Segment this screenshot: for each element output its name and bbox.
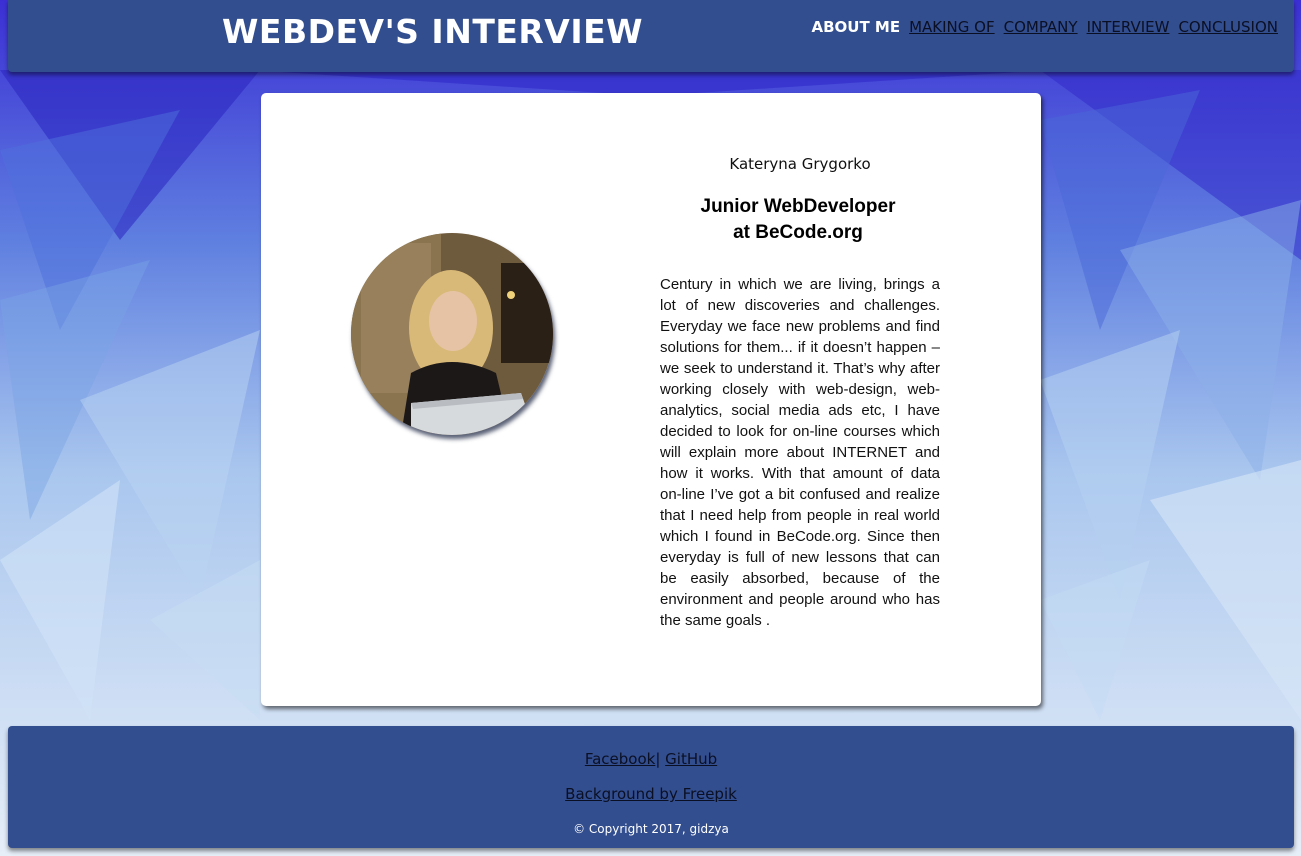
nav-item-making-of[interactable]: MAKING OF (909, 18, 995, 36)
copyright-text: © Copyright 2017, gidzya (573, 822, 729, 836)
site-footer: Facebook| GitHub Background by Freepik ©… (8, 726, 1294, 848)
nav-item-about-me[interactable]: ABOUT ME (811, 18, 900, 36)
profile-photo (351, 233, 553, 435)
facebook-link[interactable]: Facebook (585, 750, 655, 768)
profile-role: Junior WebDeveloper at BeCode.org (660, 194, 936, 246)
role-line-2: at BeCode.org (733, 222, 863, 243)
profile-name: Kateryna Grygorko (729, 155, 871, 173)
site-header: WEBDEV'S INTERVIEW ABOUT ME MAKING OF CO… (8, 0, 1294, 72)
nav-item-conclusion[interactable]: CONCLUSION (1178, 18, 1278, 36)
social-links: Facebook| GitHub (8, 750, 1294, 768)
nav-item-company[interactable]: COMPANY (1004, 18, 1078, 36)
profile-bio: Century in which we are living, brings a… (660, 276, 940, 629)
main-nav: ABOUT ME MAKING OF COMPANY INTERVIEW CON… (811, 18, 1278, 36)
link-separator: | (655, 750, 661, 768)
github-link[interactable]: GitHub (665, 750, 717, 768)
background-credit: Background by Freepik (8, 785, 1294, 803)
role-line-1: Junior WebDeveloper (700, 196, 896, 217)
about-me-card: Kateryna Grygorko Junior WebDeveloper at… (261, 93, 1041, 706)
nav-item-interview[interactable]: INTERVIEW (1087, 18, 1170, 36)
freepik-link[interactable]: Background by Freepik (565, 785, 737, 803)
site-title: WEBDEV'S INTERVIEW (222, 12, 644, 51)
